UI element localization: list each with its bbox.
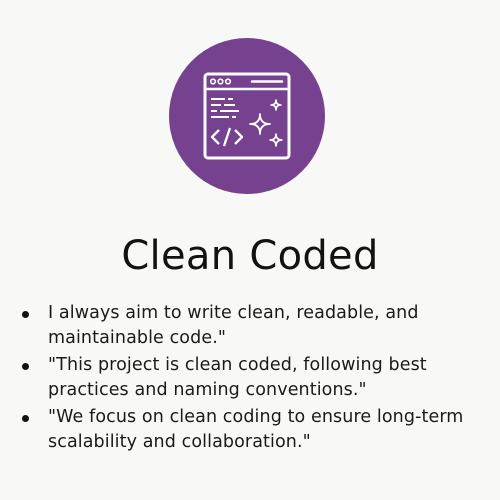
page-title: Clean Coded xyxy=(121,233,379,279)
bullet-dot-icon xyxy=(22,311,29,318)
bullet-list: I always aim to write clean, readable, a… xyxy=(22,301,484,457)
list-item-text: "We focus on clean coding to ensure long… xyxy=(48,407,464,452)
list-item: I always aim to write clean, readable, a… xyxy=(22,301,484,351)
bullet-dot-icon xyxy=(22,415,29,422)
list-item-text: I always aim to write clean, readable, a… xyxy=(48,303,419,348)
bullet-dot-icon xyxy=(22,363,29,370)
list-item: "We focus on clean coding to ensure long… xyxy=(22,405,484,455)
list-item: "This project is clean coded, following … xyxy=(22,353,484,403)
clean-code-browser-icon xyxy=(203,72,291,160)
list-item-text: "This project is clean coded, following … xyxy=(48,355,427,400)
icon-circle xyxy=(169,38,325,194)
